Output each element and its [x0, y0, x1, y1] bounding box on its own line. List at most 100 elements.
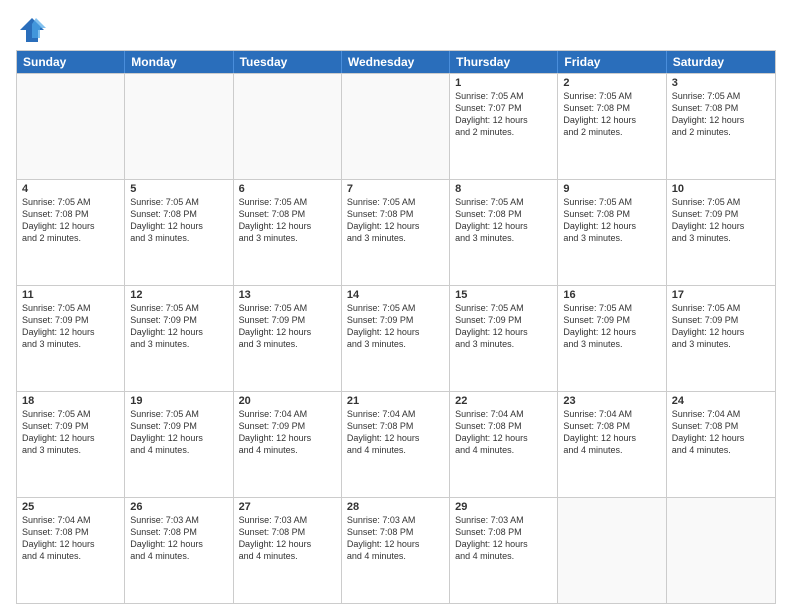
day-number: 24 [672, 395, 770, 407]
calendar-cell: 16Sunrise: 7:05 AMSunset: 7:09 PMDayligh… [558, 286, 666, 391]
day-info: Sunrise: 7:05 AMSunset: 7:08 PMDaylight:… [239, 196, 336, 245]
calendar-cell: 27Sunrise: 7:03 AMSunset: 7:08 PMDayligh… [234, 498, 342, 603]
day-info: Sunrise: 7:05 AMSunset: 7:08 PMDaylight:… [563, 90, 660, 139]
day-info: Sunrise: 7:04 AMSunset: 7:08 PMDaylight:… [22, 514, 119, 563]
calendar-cell: 11Sunrise: 7:05 AMSunset: 7:09 PMDayligh… [17, 286, 125, 391]
calendar-cell: 29Sunrise: 7:03 AMSunset: 7:08 PMDayligh… [450, 498, 558, 603]
calendar-cell: 14Sunrise: 7:05 AMSunset: 7:09 PMDayligh… [342, 286, 450, 391]
day-number: 14 [347, 289, 444, 301]
day-info: Sunrise: 7:04 AMSunset: 7:08 PMDaylight:… [455, 408, 552, 457]
header-day: Thursday [450, 51, 558, 73]
day-info: Sunrise: 7:05 AMSunset: 7:09 PMDaylight:… [563, 302, 660, 351]
calendar-body: 1Sunrise: 7:05 AMSunset: 7:07 PMDaylight… [17, 73, 775, 603]
day-number: 25 [22, 501, 119, 513]
day-number: 18 [22, 395, 119, 407]
header-day: Tuesday [234, 51, 342, 73]
day-number: 17 [672, 289, 770, 301]
day-number: 20 [239, 395, 336, 407]
day-number: 6 [239, 183, 336, 195]
header-day: Monday [125, 51, 233, 73]
calendar-cell: 5Sunrise: 7:05 AMSunset: 7:08 PMDaylight… [125, 180, 233, 285]
calendar-cell: 23Sunrise: 7:04 AMSunset: 7:08 PMDayligh… [558, 392, 666, 497]
day-info: Sunrise: 7:03 AMSunset: 7:08 PMDaylight:… [130, 514, 227, 563]
day-number: 21 [347, 395, 444, 407]
calendar-cell: 9Sunrise: 7:05 AMSunset: 7:08 PMDaylight… [558, 180, 666, 285]
day-number: 9 [563, 183, 660, 195]
calendar-cell [342, 74, 450, 179]
header-day: Wednesday [342, 51, 450, 73]
calendar-cell: 12Sunrise: 7:05 AMSunset: 7:09 PMDayligh… [125, 286, 233, 391]
day-info: Sunrise: 7:05 AMSunset: 7:08 PMDaylight:… [130, 196, 227, 245]
day-number: 8 [455, 183, 552, 195]
day-info: Sunrise: 7:05 AMSunset: 7:08 PMDaylight:… [672, 90, 770, 139]
day-number: 13 [239, 289, 336, 301]
calendar-row: 25Sunrise: 7:04 AMSunset: 7:08 PMDayligh… [17, 497, 775, 603]
day-info: Sunrise: 7:05 AMSunset: 7:09 PMDaylight:… [672, 196, 770, 245]
calendar-cell: 15Sunrise: 7:05 AMSunset: 7:09 PMDayligh… [450, 286, 558, 391]
day-number: 15 [455, 289, 552, 301]
calendar-cell: 18Sunrise: 7:05 AMSunset: 7:09 PMDayligh… [17, 392, 125, 497]
day-info: Sunrise: 7:05 AMSunset: 7:07 PMDaylight:… [455, 90, 552, 139]
day-info: Sunrise: 7:05 AMSunset: 7:09 PMDaylight:… [672, 302, 770, 351]
calendar-cell: 3Sunrise: 7:05 AMSunset: 7:08 PMDaylight… [667, 74, 775, 179]
header-day: Friday [558, 51, 666, 73]
day-info: Sunrise: 7:05 AMSunset: 7:09 PMDaylight:… [239, 302, 336, 351]
day-info: Sunrise: 7:05 AMSunset: 7:09 PMDaylight:… [22, 408, 119, 457]
day-number: 26 [130, 501, 227, 513]
calendar-cell: 13Sunrise: 7:05 AMSunset: 7:09 PMDayligh… [234, 286, 342, 391]
calendar-cell [125, 74, 233, 179]
calendar-row: 4 Sunrise: 7:05 AMSunset: 7:08 PMDaylight… [17, 179, 775, 285]
calendar-cell: 2Sunrise: 7:05 AMSunset: 7:08 PMDaylight… [558, 74, 666, 179]
day-number: 19 [130, 395, 227, 407]
day-info: Sunrise: 7:05 AMSunset: 7:09 PMDaylight:… [130, 302, 227, 351]
day-info: Sunrise: 7:04 AMSunset: 7:09 PMDaylight:… [239, 408, 336, 457]
day-info: Sunrise: 7:05 AMSunset: 7:08 PMDaylight:… [563, 196, 660, 245]
day-number: 22 [455, 395, 552, 407]
calendar-cell: 26Sunrise: 7:03 AMSunset: 7:08 PMDayligh… [125, 498, 233, 603]
calendar-cell [17, 74, 125, 179]
day-number: 1 [455, 77, 552, 89]
calendar-cell [558, 498, 666, 603]
calendar-cell: 1Sunrise: 7:05 AMSunset: 7:07 PMDaylight… [450, 74, 558, 179]
day-number: 16 [563, 289, 660, 301]
calendar-cell: 25Sunrise: 7:04 AMSunset: 7:08 PMDayligh… [17, 498, 125, 603]
day-number: 4 [22, 183, 119, 195]
calendar-cell: 21Sunrise: 7:04 AMSunset: 7:08 PMDayligh… [342, 392, 450, 497]
day-number: 2 [563, 77, 660, 89]
day-number: 5 [130, 183, 227, 195]
header-day: Saturday [667, 51, 775, 73]
day-info: Sunrise: 7:05 AMSunset: 7:09 PMDaylight:… [22, 302, 119, 351]
calendar-cell: 8Sunrise: 7:05 AMSunset: 7:08 PMDaylight… [450, 180, 558, 285]
day-info: Sunrise: 7:05 AMSunset: 7:08 PMDaylight:… [347, 196, 444, 245]
day-number: 12 [130, 289, 227, 301]
calendar-cell [667, 498, 775, 603]
calendar-row: 11Sunrise: 7:05 AMSunset: 7:09 PMDayligh… [17, 285, 775, 391]
logo [16, 16, 46, 44]
calendar-cell: 22Sunrise: 7:04 AMSunset: 7:08 PMDayligh… [450, 392, 558, 497]
day-number: 29 [455, 501, 552, 513]
day-info: Sunrise: 7:03 AMSunset: 7:08 PMDaylight:… [347, 514, 444, 563]
calendar-cell: 6Sunrise: 7:05 AMSunset: 7:08 PMDaylight… [234, 180, 342, 285]
calendar-cell: 10Sunrise: 7:05 AMSunset: 7:09 PMDayligh… [667, 180, 775, 285]
day-number: 23 [563, 395, 660, 407]
calendar-cell: 4Sunrise: 7:05 AMSunset: 7:08 PMDaylight… [17, 180, 125, 285]
day-number: 28 [347, 501, 444, 513]
logo-icon [18, 16, 46, 44]
calendar-cell: 7Sunrise: 7:05 AMSunset: 7:08 PMDaylight… [342, 180, 450, 285]
calendar-cell: 20Sunrise: 7:04 AMSunset: 7:09 PMDayligh… [234, 392, 342, 497]
day-number: 7 [347, 183, 444, 195]
day-info: Sunrise: 7:05 AMSunset: 7:09 PMDaylight:… [347, 302, 444, 351]
calendar-cell: 19Sunrise: 7:05 AMSunset: 7:09 PMDayligh… [125, 392, 233, 497]
day-number: 11 [22, 289, 119, 301]
calendar-cell: 28Sunrise: 7:03 AMSunset: 7:08 PMDayligh… [342, 498, 450, 603]
day-info: Sunrise: 7:04 AMSunset: 7:08 PMDaylight:… [563, 408, 660, 457]
calendar: SundayMondayTuesdayWednesdayThursdayFrid… [16, 50, 776, 604]
calendar-row: 1Sunrise: 7:05 AMSunset: 7:07 PMDaylight… [17, 73, 775, 179]
day-info: Sunrise: 7:03 AMSunset: 7:08 PMDaylight:… [239, 514, 336, 563]
day-number: 27 [239, 501, 336, 513]
page-header [16, 16, 776, 44]
calendar-header: SundayMondayTuesdayWednesdayThursdayFrid… [17, 51, 775, 73]
calendar-cell: 24Sunrise: 7:04 AMSunset: 7:08 PMDayligh… [667, 392, 775, 497]
header-day: Sunday [17, 51, 125, 73]
day-info: Sunrise: 7:05 AMSunset: 7:09 PMDaylight:… [130, 408, 227, 457]
